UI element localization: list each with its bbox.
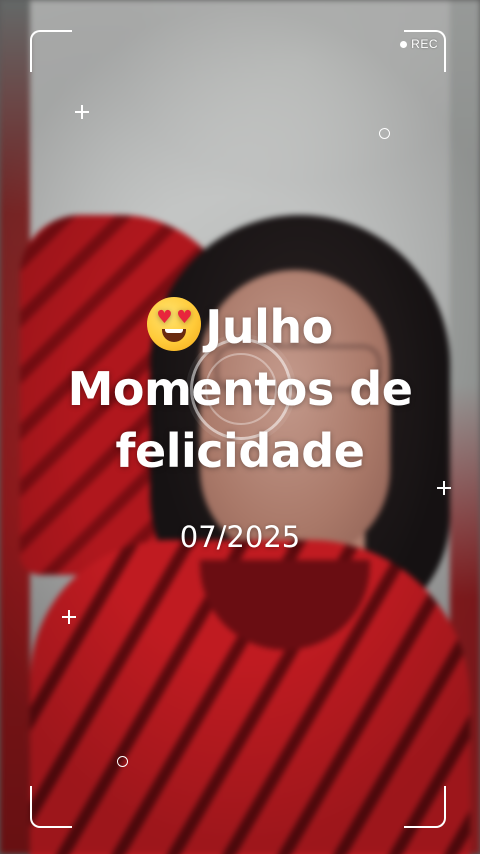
title-month: Julho xyxy=(205,300,333,354)
plus-icon xyxy=(437,481,451,495)
plus-icon xyxy=(75,105,89,119)
title-line-3: felicidade xyxy=(115,424,365,478)
circle-icon xyxy=(117,756,128,767)
rec-dot-icon xyxy=(400,40,408,48)
title-line-1: ♥ ♥ Julho xyxy=(0,296,480,358)
circle-icon xyxy=(379,128,390,139)
title-text: ♥ ♥ Julho Momentos de felicidade xyxy=(0,296,480,482)
plus-icon xyxy=(62,610,76,624)
date-text: 07/2025 xyxy=(179,520,301,554)
rec-label: REC xyxy=(411,37,438,51)
video-frame: REC ♥ ♥ Julho Momentos de felicidade 07/… xyxy=(0,0,480,854)
heart-eyes-emoji-icon: ♥ ♥ xyxy=(147,297,202,351)
title-line-2: Momentos de xyxy=(67,362,413,416)
frame-corner-bottom-right xyxy=(404,786,446,828)
frame-corner-bottom-left xyxy=(30,786,72,828)
frame-corner-top-left xyxy=(30,30,72,72)
rec-indicator: REC xyxy=(400,37,438,51)
